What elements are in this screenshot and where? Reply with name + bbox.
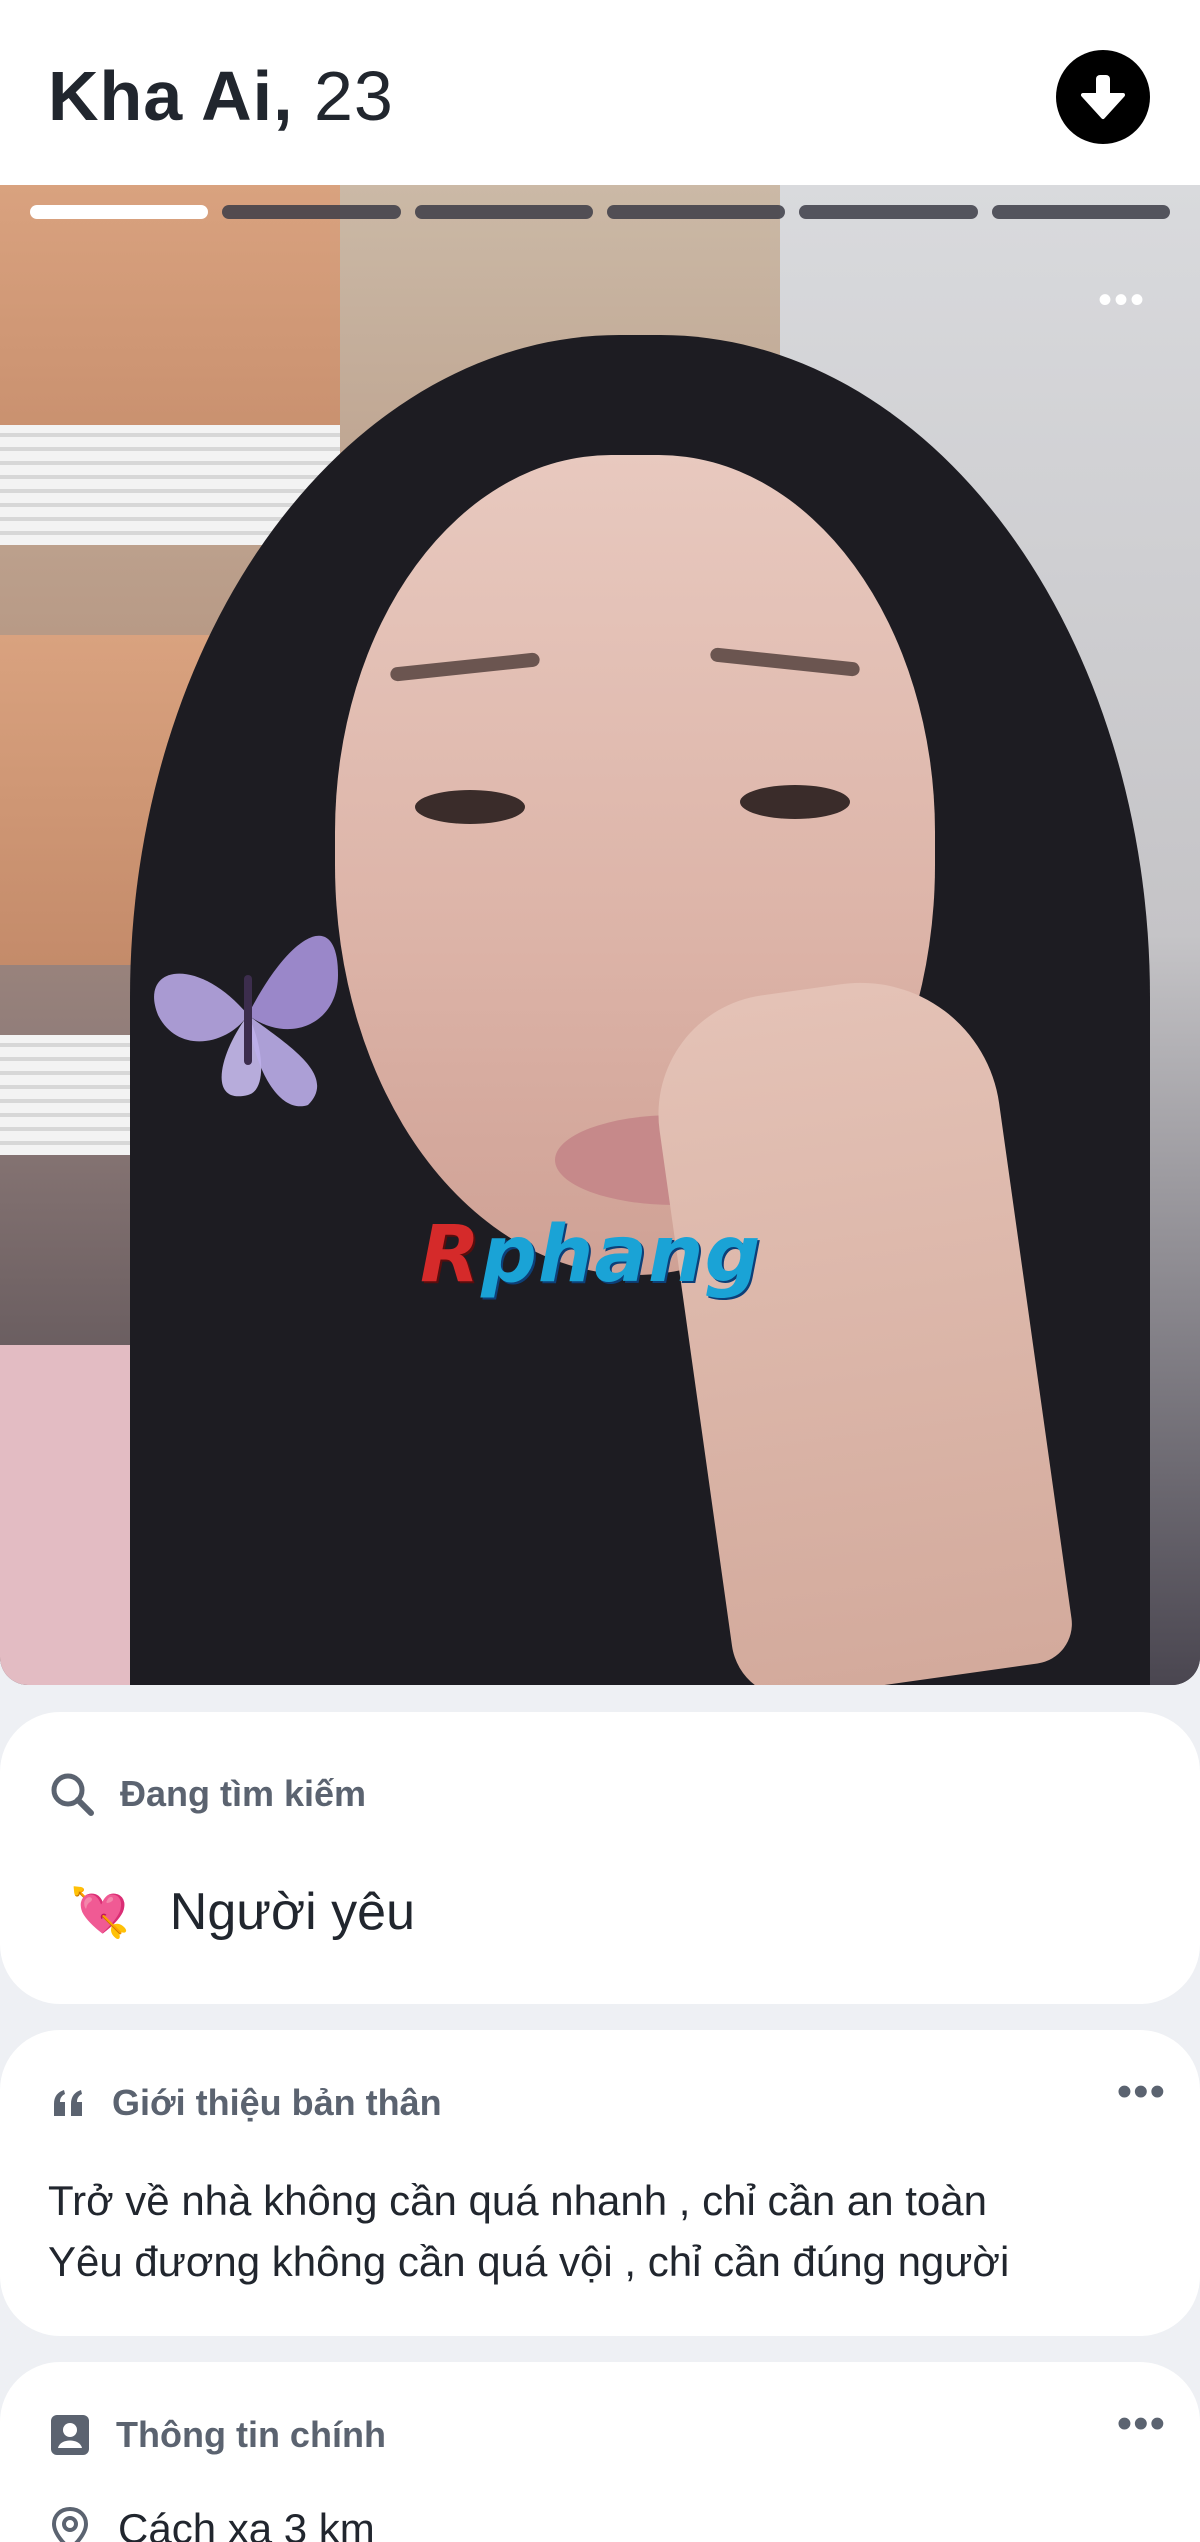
- photo-progress-segment[interactable]: [30, 205, 209, 219]
- about-me-card: Giới thiệu bản thân ••• Trở về nhà không…: [0, 2030, 1200, 2336]
- photo-progress-segment[interactable]: [991, 205, 1170, 219]
- photo-progress-segment[interactable]: [799, 205, 978, 219]
- profile-name-age: Kha Ai, 23: [48, 56, 394, 136]
- photo-more-options[interactable]: •••: [1098, 280, 1146, 320]
- quote-icon: [54, 2090, 82, 2116]
- photo-progress-segment[interactable]: [606, 205, 786, 219]
- photo-progress-segment[interactable]: [222, 205, 401, 219]
- photo-progress-bar: [30, 205, 1170, 219]
- profile-card-icon: [51, 2415, 89, 2455]
- profile-age: 23: [314, 57, 394, 135]
- watermark-text: Rphang: [420, 1210, 762, 1300]
- butterfly-sticker: [154, 935, 338, 1107]
- basics-heading: Thông tin chính: [116, 2414, 386, 2455]
- search-icon: [51, 1773, 94, 1816]
- looking-for-heading: Đang tìm kiếm: [120, 1773, 367, 1814]
- looking-for-value: Người yêu: [169, 1883, 415, 1941]
- looking-for-card: Đang tìm kiếm 💘 Người yêu: [0, 1712, 1200, 2004]
- basics-card: Thông tin chính ••• Cách xa 3 km: [0, 2362, 1200, 2542]
- distance-text: Cách xa 3 km: [118, 2505, 375, 2542]
- profile-name: Kha Ai,: [48, 57, 294, 135]
- profile-header: Kha Ai, 23: [0, 0, 1200, 185]
- about-me-heading: Giới thiệu bản thân: [112, 2082, 442, 2123]
- heart-arrow-icon: 💘: [70, 1886, 130, 1940]
- about-more-button[interactable]: •••: [1117, 2070, 1166, 2114]
- download-arrow-icon: [1081, 75, 1125, 119]
- about-line: Trở về nhà không cần quá nhanh , chỉ cần…: [48, 2177, 987, 2224]
- profile-photo[interactable]: Rphang •••: [0, 185, 1200, 1685]
- location-pin-icon: [51, 2506, 89, 2542]
- photo-progress-segment[interactable]: [414, 205, 593, 219]
- basics-more-button[interactable]: •••: [1117, 2402, 1166, 2446]
- about-line: Yêu đương không cần quá vội , chỉ cần đú…: [48, 2238, 1010, 2285]
- about-me-text: Trở về nhà không cần quá nhanh , chỉ cần…: [48, 2170, 1148, 2292]
- collapse-profile-button[interactable]: [1056, 50, 1150, 144]
